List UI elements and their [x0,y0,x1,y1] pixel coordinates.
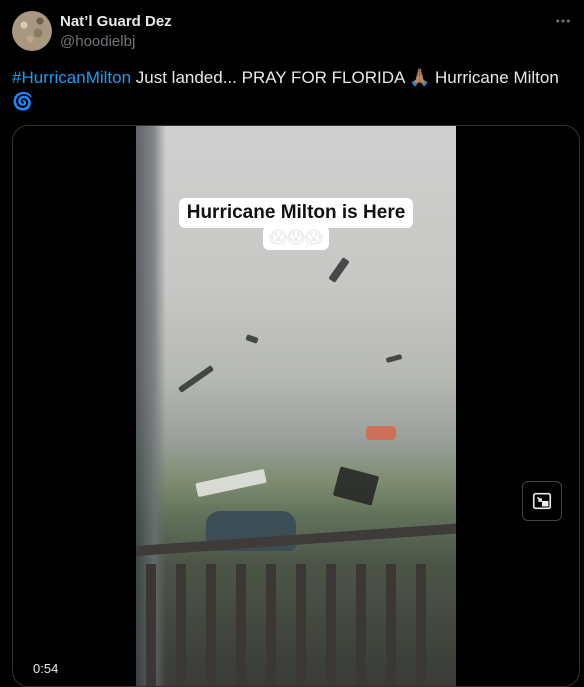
balcony-railing [136,523,456,686]
tweet-text: #HurricanMilton Just landed... PRAY FOR … [12,66,572,114]
video-caption-emoji: 😱😱😱 [263,226,329,250]
author-handle[interactable]: @hoodielbj [60,33,135,50]
picture-in-picture-button[interactable] [522,481,562,521]
avatar[interactable] [12,11,52,51]
debris [245,334,259,344]
video-caption: Hurricane Milton is Here 😱😱😱 [172,198,420,250]
debris [177,365,215,393]
hashtag-link[interactable]: #HurricanMilton [12,68,131,87]
author-display-name[interactable]: Nat’l Guard Dez [60,13,172,30]
picture-in-picture-icon [532,492,552,510]
video-timestamp: 0:54 [33,661,59,676]
more-options-button[interactable] [552,10,574,32]
more-icon [556,19,570,23]
debris [332,466,380,506]
video-caption-title: Hurricane Milton is Here [178,198,414,228]
debris [328,257,350,283]
debris [366,426,396,440]
video-player[interactable]: Hurricane Milton is Here 😱😱😱 [136,126,456,686]
media-container[interactable]: Hurricane Milton is Here 😱😱😱 0:54 [12,125,580,687]
debris [385,354,403,363]
debris [195,468,267,498]
